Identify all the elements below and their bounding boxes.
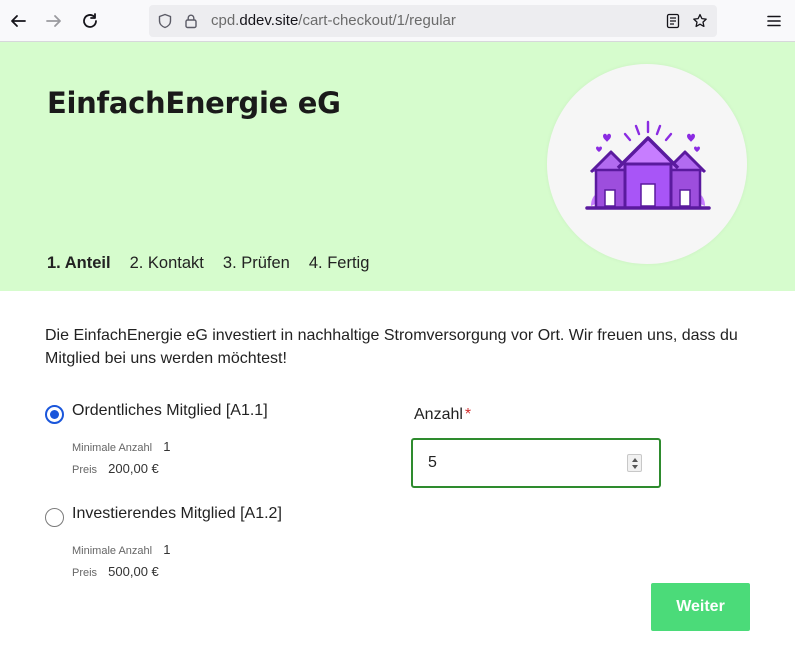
stepper-down-icon[interactable] bbox=[632, 465, 638, 469]
menu-icon[interactable] bbox=[762, 9, 786, 33]
forward-icon[interactable] bbox=[42, 9, 66, 33]
min-quantity-row: Minimale Anzahl 1 bbox=[72, 539, 170, 558]
option-label[interactable]: Ordentliches Mitglied [A1.1] bbox=[72, 402, 268, 420]
reader-mode-icon[interactable] bbox=[665, 13, 681, 29]
price-key: Preis bbox=[72, 567, 98, 579]
radio-investing-member[interactable] bbox=[45, 508, 64, 527]
quantity-input[interactable]: 5 bbox=[411, 438, 661, 488]
min-quantity-key: Minimale Anzahl bbox=[72, 442, 153, 454]
price-value: 200,00 € bbox=[108, 461, 159, 476]
price-row: Preis 500,00 € bbox=[72, 561, 159, 580]
min-quantity-value: 1 bbox=[163, 542, 171, 557]
organization-name: EinfachEnergie eG bbox=[47, 86, 341, 120]
min-quantity-value: 1 bbox=[163, 439, 171, 454]
reload-icon[interactable] bbox=[78, 9, 102, 33]
houses-logo-icon bbox=[585, 120, 711, 210]
intro-text: Die EinfachEnergie eG investiert in nach… bbox=[45, 327, 738, 367]
url-bar[interactable]: cpd.ddev.site/cart-checkout/1/regular bbox=[149, 5, 717, 37]
bookmark-star-icon[interactable] bbox=[692, 13, 708, 29]
option-label[interactable]: Investierendes Mitglied [A1.2] bbox=[72, 505, 282, 523]
lock-icon[interactable] bbox=[183, 13, 199, 29]
quantity-label: Anzahl * bbox=[414, 406, 471, 424]
logo-circle bbox=[547, 64, 747, 264]
price-value: 500,00 € bbox=[108, 564, 159, 579]
step-kontakt: 2. Kontakt bbox=[129, 254, 204, 272]
next-button[interactable]: Weiter bbox=[651, 583, 750, 631]
price-row: Preis 200,00 € bbox=[72, 458, 159, 477]
quantity-value[interactable]: 5 bbox=[428, 454, 437, 472]
browser-toolbar: cpd.ddev.site/cart-checkout/1/regular bbox=[0, 0, 795, 42]
step-anteil: 1. Anteil bbox=[47, 254, 111, 272]
min-quantity-key: Minimale Anzahl bbox=[72, 545, 153, 557]
required-mark: * bbox=[464, 406, 472, 423]
shield-icon[interactable] bbox=[157, 13, 173, 29]
min-quantity-row: Minimale Anzahl 1 bbox=[72, 436, 170, 455]
back-icon[interactable] bbox=[6, 9, 30, 33]
page-header: EinfachEnergie eG 1. Anteil 2. Kontakt 3… bbox=[0, 42, 795, 291]
price-key: Preis bbox=[72, 464, 98, 476]
quantity-stepper[interactable] bbox=[627, 454, 642, 472]
step-pruefen: 3. Prüfen bbox=[222, 254, 290, 272]
quantity-label-text: Anzahl bbox=[414, 406, 463, 423]
stepper-up-icon[interactable] bbox=[632, 458, 638, 462]
url-text[interactable]: cpd.ddev.site/cart-checkout/1/regular bbox=[211, 12, 456, 29]
step-fertig: 4. Fertig bbox=[308, 254, 370, 272]
checkout-steps: 1. Anteil 2. Kontakt 3. Prüfen 4. Fertig bbox=[47, 254, 369, 273]
radio-regular-member[interactable] bbox=[45, 405, 64, 424]
